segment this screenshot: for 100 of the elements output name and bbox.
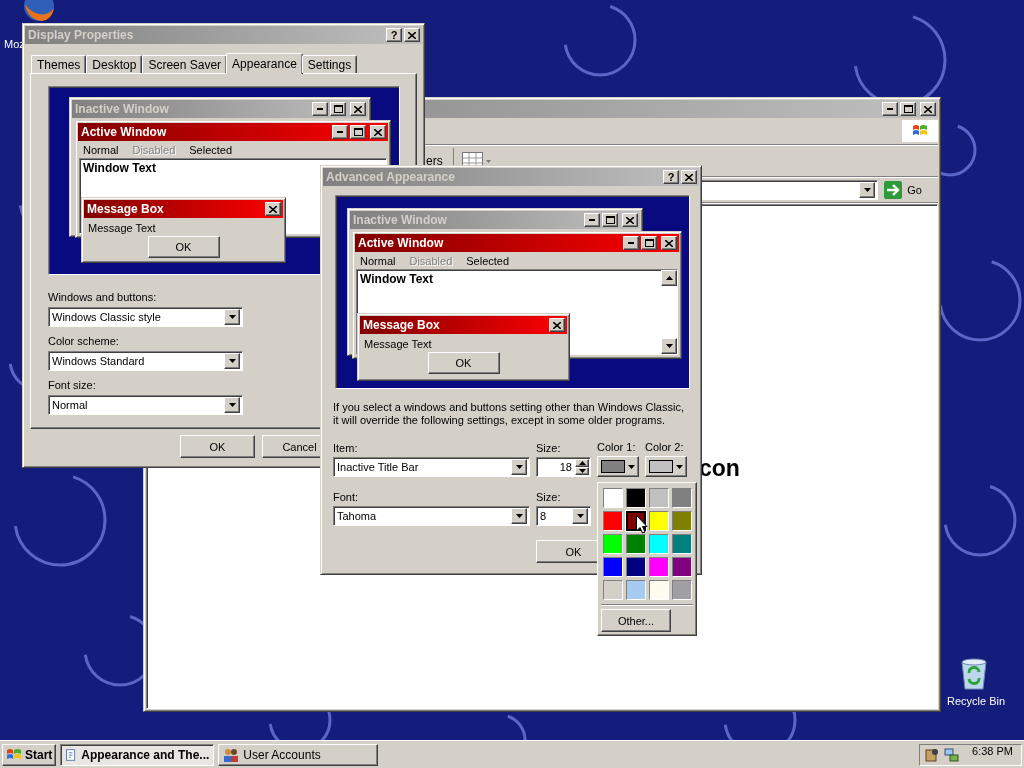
scroll-up-button[interactable]	[661, 270, 677, 286]
caret-icon	[515, 465, 523, 469]
icon-label[interactable]: Recycle Bin	[947, 695, 1006, 707]
window-title: Active Window	[358, 236, 445, 250]
color-swatch[interactable]	[649, 534, 669, 554]
arrow-icon	[884, 181, 903, 199]
dropdown[interactable]: Inactive Title Bar	[333, 457, 530, 477]
close-icon	[374, 128, 382, 136]
maximize-button[interactable]	[602, 213, 618, 227]
dropdown[interactable]: Windows Standard	[48, 351, 243, 371]
minimize-icon	[337, 131, 343, 133]
other-button[interactable]: Other...	[601, 609, 671, 632]
color-swatch[interactable]	[649, 580, 669, 600]
ok-button[interactable]: OK	[147, 236, 220, 258]
go-button[interactable]: Go	[882, 179, 938, 201]
color-swatch[interactable]	[603, 511, 623, 531]
maximize-button[interactable]	[350, 125, 366, 139]
ok-button[interactable]: OK	[427, 352, 500, 374]
tab[interactable]: Settings	[301, 55, 358, 73]
cursor-icon	[636, 515, 648, 534]
help-button[interactable]: ?	[663, 170, 679, 184]
field-label: Size:	[536, 491, 561, 503]
color-swatch[interactable]	[672, 534, 692, 554]
color-swatch[interactable]	[649, 557, 669, 577]
tab[interactable]: Appearance	[226, 53, 303, 74]
minimize-button[interactable]	[312, 102, 328, 116]
color-swatch[interactable]	[603, 534, 623, 554]
color-button[interactable]	[597, 456, 639, 477]
close-button[interactable]	[622, 213, 638, 227]
maximize-button[interactable]	[330, 102, 346, 116]
color-swatch[interactable]	[603, 488, 623, 508]
color-swatch[interactable]	[603, 580, 623, 600]
tab[interactable]: Screen Saver	[142, 55, 228, 73]
color-swatch[interactable]	[672, 580, 692, 600]
dropdown[interactable]: Normal	[48, 395, 243, 415]
message-text: Message Text	[363, 337, 433, 350]
caret-icon	[228, 315, 236, 319]
color-swatch[interactable]	[626, 488, 646, 508]
close-button[interactable]	[350, 102, 366, 116]
help-button[interactable]: ?	[386, 28, 402, 42]
network-icon[interactable]	[944, 746, 961, 763]
close-icon	[354, 105, 362, 113]
field-label: Color scheme:	[48, 335, 119, 347]
dialog-button[interactable]: OK	[180, 435, 255, 458]
minimize-icon	[628, 242, 634, 244]
dropdown[interactable]: Windows Classic style	[48, 307, 243, 327]
field-label: Size:	[536, 442, 561, 454]
close-button[interactable]	[661, 236, 677, 250]
close-button[interactable]	[549, 318, 565, 332]
color-button[interactable]	[645, 456, 687, 477]
color-swatch[interactable]	[672, 557, 692, 577]
globe-icon	[22, 0, 56, 22]
tray-icon[interactable]	[924, 746, 941, 763]
tab[interactable]: Themes	[31, 55, 87, 73]
spin-field[interactable]: 18	[536, 457, 591, 477]
color-swatch[interactable]	[626, 557, 646, 577]
window-title: Display Properties	[28, 28, 135, 42]
close-icon	[924, 105, 932, 113]
taskbar-button[interactable]: User Accounts	[218, 743, 379, 766]
minimize-icon	[887, 108, 893, 110]
maximize-icon	[353, 128, 363, 136]
window-title: Inactive Window	[75, 102, 170, 116]
maximize-button[interactable]	[641, 236, 657, 250]
maximize-icon	[903, 105, 913, 113]
close-button[interactable]	[404, 28, 420, 42]
taskbar-button[interactable]: Appearance and The...	[60, 743, 215, 766]
minimize-button[interactable]	[584, 213, 600, 227]
dropdown[interactable]: Tahoma	[333, 506, 530, 526]
close-button[interactable]	[265, 202, 281, 216]
minimize-button[interactable]	[623, 236, 639, 250]
flag-icon	[6, 747, 22, 762]
minimize-icon	[589, 219, 595, 221]
tab[interactable]: Desktop	[86, 55, 143, 73]
window-title: Active Window	[81, 125, 168, 139]
caret-icon	[228, 359, 236, 363]
minimize-button[interactable]	[332, 125, 348, 139]
window-title: Advanced Appearance	[326, 170, 456, 184]
start-button[interactable]: Start	[2, 743, 57, 766]
maximize-button[interactable]	[900, 102, 916, 116]
scroll-down-button[interactable]	[661, 338, 677, 354]
window-text: Window Text	[82, 160, 157, 177]
window-text: Window Text	[359, 271, 434, 288]
window-title: Message Box	[87, 202, 165, 216]
color-swatch[interactable]	[626, 534, 646, 554]
color-swatch[interactable]	[649, 488, 669, 508]
dropdown[interactable]: 8	[536, 506, 591, 526]
recycle-bin-icon[interactable]	[958, 656, 990, 690]
color-swatch[interactable]	[626, 580, 646, 600]
maximize-icon	[605, 216, 615, 224]
close-icon	[665, 239, 673, 247]
field-label: Color 2:	[645, 441, 684, 453]
close-button[interactable]	[681, 170, 697, 184]
color-swatch[interactable]	[672, 488, 692, 508]
color-swatch[interactable]	[649, 511, 669, 531]
close-button[interactable]	[920, 102, 936, 116]
color-swatch[interactable]	[603, 557, 623, 577]
minimize-button[interactable]	[882, 102, 898, 116]
close-button[interactable]	[370, 125, 386, 139]
color-swatch[interactable]	[672, 511, 692, 531]
caret-icon	[665, 344, 673, 348]
